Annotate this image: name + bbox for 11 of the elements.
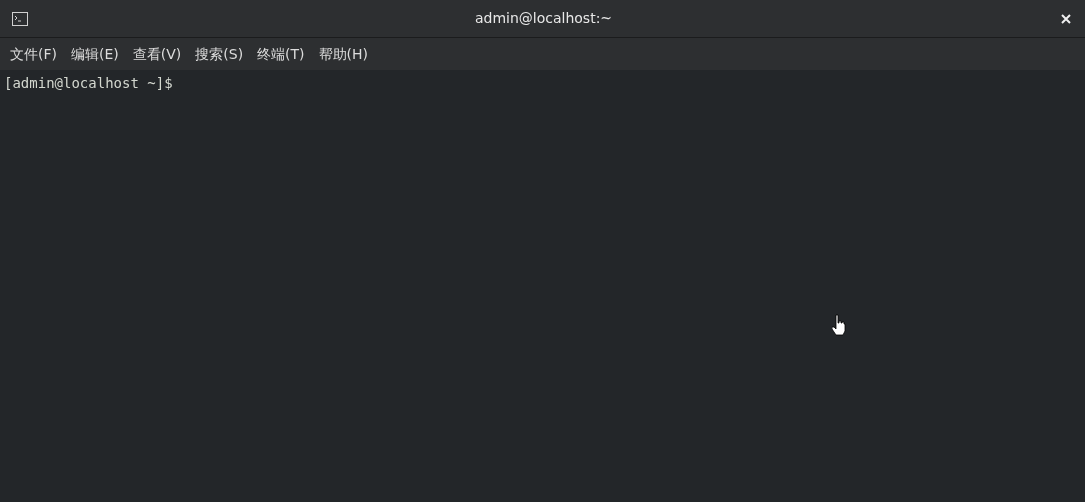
terminal-icon <box>12 11 28 26</box>
menu-item[interactable]: 搜索(S) <box>189 43 250 65</box>
window-title: admin@localhost:~ <box>474 9 613 28</box>
menu-item[interactable]: 文件(F) <box>4 43 63 65</box>
pointer-hand-icon <box>832 314 846 336</box>
menu-item[interactable]: 帮助(H) <box>312 43 375 65</box>
menu-item[interactable]: 查看(V) <box>126 43 188 65</box>
menu-item[interactable]: 终端(T) <box>251 43 311 65</box>
shell-prompt: [admin@localhost ~]$ <box>4 75 173 91</box>
menu-item[interactable]: 编辑(E) <box>65 43 125 65</box>
close-button[interactable] <box>1059 11 1073 26</box>
